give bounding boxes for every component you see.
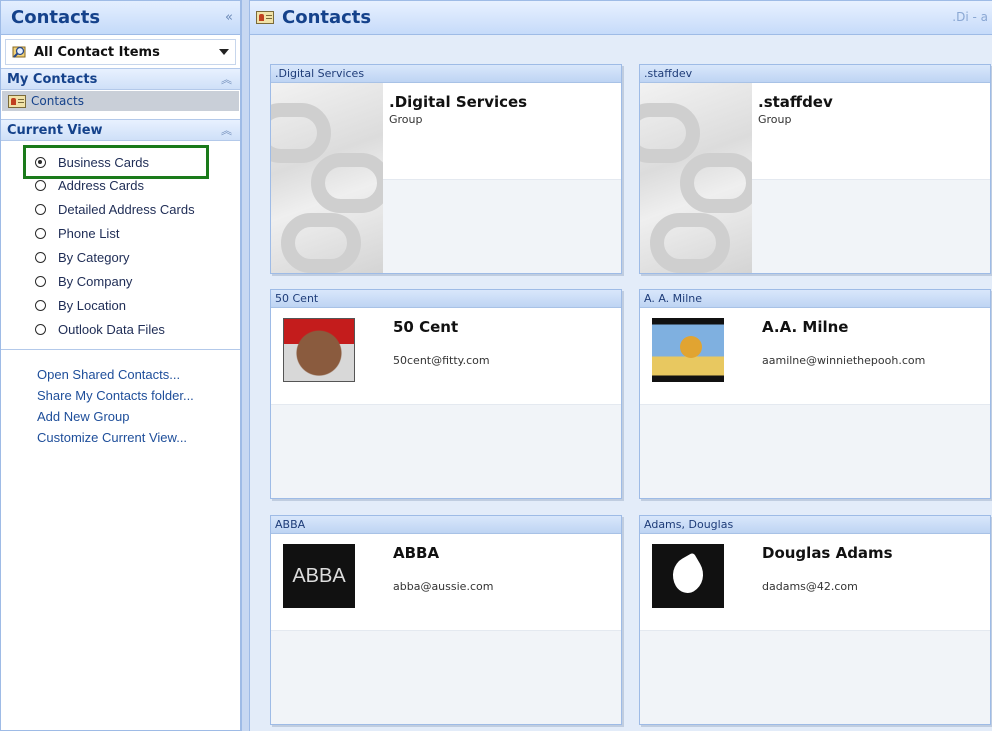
- radio-button-icon[interactable]: [35, 227, 46, 239]
- view-option-label: Detailed Address Cards: [58, 201, 195, 217]
- card-detail: Group: [758, 113, 792, 126]
- navigation-pane: Contacts « All Contact Items My Contacts…: [0, 0, 241, 731]
- business-card[interactable]: .Digital Services .Digital Services Grou…: [270, 64, 622, 274]
- card-detail: Group: [389, 113, 423, 126]
- customize-current-view-link[interactable]: Customize Current View...: [37, 427, 240, 448]
- sidebar-item-contacts[interactable]: Contacts: [2, 91, 239, 111]
- radio-button-icon[interactable]: [35, 251, 46, 263]
- current-view-title: Current View: [7, 122, 103, 138]
- contact-card-icon: [8, 94, 26, 108]
- view-option-label: By Category: [58, 249, 130, 265]
- card-footer: [271, 404, 621, 498]
- card-footer: [271, 630, 621, 724]
- share-my-contacts-link[interactable]: Share My Contacts folder...: [37, 385, 240, 406]
- folder-dropdown[interactable]: All Contact Items: [5, 39, 236, 65]
- card-file-as: .staffdev: [640, 65, 990, 83]
- folder-dropdown-label: All Contact Items: [34, 44, 160, 60]
- card-file-as: Adams, Douglas: [640, 516, 990, 534]
- card-body: .Digital Services Group: [271, 83, 621, 273]
- card-file-as: 50 Cent: [271, 290, 621, 308]
- my-contacts-title: My Contacts: [7, 71, 98, 87]
- business-card[interactable]: 50 Cent 50 Cent 50cent@fitty.com: [270, 289, 622, 499]
- radio-button-icon[interactable]: [35, 203, 46, 215]
- card-body: ABBA ABBA abba@aussie.com: [271, 534, 621, 724]
- card-name: Douglas Adams: [762, 544, 893, 562]
- card-body: Douglas Adams dadams@42.com: [640, 534, 990, 724]
- portrait-photo: [283, 318, 355, 382]
- business-card[interactable]: Adams, Douglas Douglas Adams dadams@42.c…: [639, 515, 991, 725]
- radio-button-icon[interactable]: [35, 299, 46, 311]
- sidebar-item-label: Contacts: [31, 94, 84, 108]
- group-chain-icon: [640, 83, 752, 273]
- view-option-label: Phone List: [58, 225, 120, 241]
- view-option-by-location[interactable]: By Location: [1, 293, 240, 317]
- alphabet-range: .Di - a: [952, 10, 988, 24]
- pane-splitter[interactable]: [241, 0, 250, 731]
- page-title: Contacts: [282, 7, 372, 28]
- card-name: 50 Cent: [393, 318, 459, 336]
- card-footer: [640, 630, 990, 724]
- business-card[interactable]: A. A. Milne A.A. Milne aamilne@winniethe…: [639, 289, 991, 499]
- card-file-as: .Digital Services: [271, 65, 621, 83]
- dolphin-icon: [652, 544, 724, 608]
- card-footer: [640, 404, 990, 498]
- view-option-by-company[interactable]: By Company: [1, 269, 240, 293]
- abba-logo: ABBA: [283, 544, 355, 608]
- view-header: Contacts .Di - a: [250, 1, 992, 35]
- view-option-phone-list[interactable]: Phone List: [1, 221, 240, 245]
- card-body: 50 Cent 50cent@fitty.com: [271, 308, 621, 498]
- view-option-label: Address Cards: [58, 177, 144, 193]
- nav-pane-title: Contacts: [11, 7, 101, 28]
- card-name: A.A. Milne: [762, 318, 849, 336]
- business-card[interactable]: .staffdev .staffdev Group: [639, 64, 991, 274]
- collapse-pane-icon[interactable]: «: [225, 10, 233, 25]
- view-options-list: Business Cards Address Cards Detailed Ad…: [1, 141, 240, 350]
- radio-button-icon[interactable]: [35, 179, 46, 191]
- card-name: ABBA: [393, 544, 440, 562]
- card-body: .staffdev Group: [640, 83, 990, 273]
- my-contacts-header[interactable]: My Contacts ︽: [1, 68, 240, 90]
- card-email: 50cent@fitty.com: [393, 354, 490, 367]
- view-option-label: By Location: [58, 297, 126, 313]
- collapse-section-icon[interactable]: ︽: [221, 122, 232, 138]
- card-file-as: A. A. Milne: [640, 290, 990, 308]
- view-option-outlook-data-files[interactable]: Outlook Data Files: [1, 317, 240, 341]
- radio-button-icon[interactable]: [35, 275, 46, 287]
- task-links: Open Shared Contacts... Share My Contact…: [1, 350, 240, 448]
- business-card[interactable]: ABBA ABBA ABBA abba@aussie.com: [270, 515, 622, 725]
- card-footer: [752, 179, 990, 273]
- card-footer: [383, 179, 621, 273]
- view-option-address-cards[interactable]: Address Cards: [1, 173, 240, 197]
- card-body: A.A. Milne aamilne@winniethepooh.com: [640, 308, 990, 498]
- card-name: .staffdev: [758, 93, 833, 111]
- card-email: aamilne@winniethepooh.com: [762, 354, 926, 367]
- nav-pane-header: Contacts «: [1, 1, 240, 35]
- view-option-detailed-address-cards[interactable]: Detailed Address Cards: [1, 197, 240, 221]
- current-view-header[interactable]: Current View ︽: [1, 119, 240, 141]
- view-option-by-category[interactable]: By Category: [1, 245, 240, 269]
- radio-button-icon[interactable]: [35, 323, 46, 335]
- open-shared-contacts-link[interactable]: Open Shared Contacts...: [37, 364, 240, 385]
- dropdown-arrow-icon[interactable]: [219, 49, 229, 55]
- view-option-label: Outlook Data Files: [58, 321, 165, 337]
- card-name: .Digital Services: [389, 93, 528, 111]
- radio-button-icon[interactable]: [35, 156, 46, 168]
- search-folder-icon: [12, 46, 26, 58]
- collapse-section-icon[interactable]: ︽: [221, 71, 232, 87]
- card-file-as: ABBA: [271, 516, 621, 534]
- group-chain-icon: [271, 83, 383, 273]
- contacts-view: Contacts .Di - a .Digital Services .Digi…: [250, 0, 992, 731]
- card-email: dadams@42.com: [762, 580, 858, 593]
- contact-card-icon: [256, 11, 274, 24]
- card-email: abba@aussie.com: [393, 580, 494, 593]
- pooh-photo: [652, 318, 724, 382]
- view-option-label: By Company: [58, 273, 133, 289]
- view-option-label: Business Cards: [58, 154, 150, 170]
- add-new-group-link[interactable]: Add New Group: [37, 406, 240, 427]
